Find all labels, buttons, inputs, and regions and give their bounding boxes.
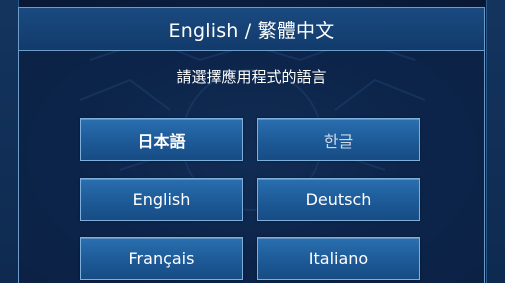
language-button-한글[interactable]: 한글 (257, 118, 420, 161)
dialog-subtitle: 請選擇應用程式的語言 (176, 68, 327, 86)
language-button-english[interactable]: English (80, 178, 243, 221)
language-button-italiano[interactable]: Italiano (257, 237, 420, 280)
language-button-label: Deutsch (305, 190, 372, 209)
language-button-français[interactable]: Français (80, 237, 243, 280)
right-side-strip (486, 0, 505, 283)
left-side-strip (0, 0, 19, 283)
language-button-label: 한글 (323, 131, 354, 151)
language-button-deutsch[interactable]: Deutsch (257, 178, 420, 221)
dialog-title-bar: English / 繁體中文 (19, 8, 484, 51)
language-button-label: Italiano (308, 249, 369, 268)
language-button-label: English (132, 190, 191, 209)
language-button-label: Français (128, 249, 195, 268)
language-dialog: English / 繁體中文 請選擇應用程式的語言 日本語 한글 English De… (18, 7, 485, 283)
language-button-label: 日本語 (137, 131, 186, 151)
language-select-screen: English / 繁體中文 請選擇應用程式的語言 日本語 한글 English De… (0, 0, 505, 283)
dialog-title: English / 繁體中文 (168, 19, 335, 42)
language-button-日本語[interactable]: 日本語 (80, 118, 243, 161)
